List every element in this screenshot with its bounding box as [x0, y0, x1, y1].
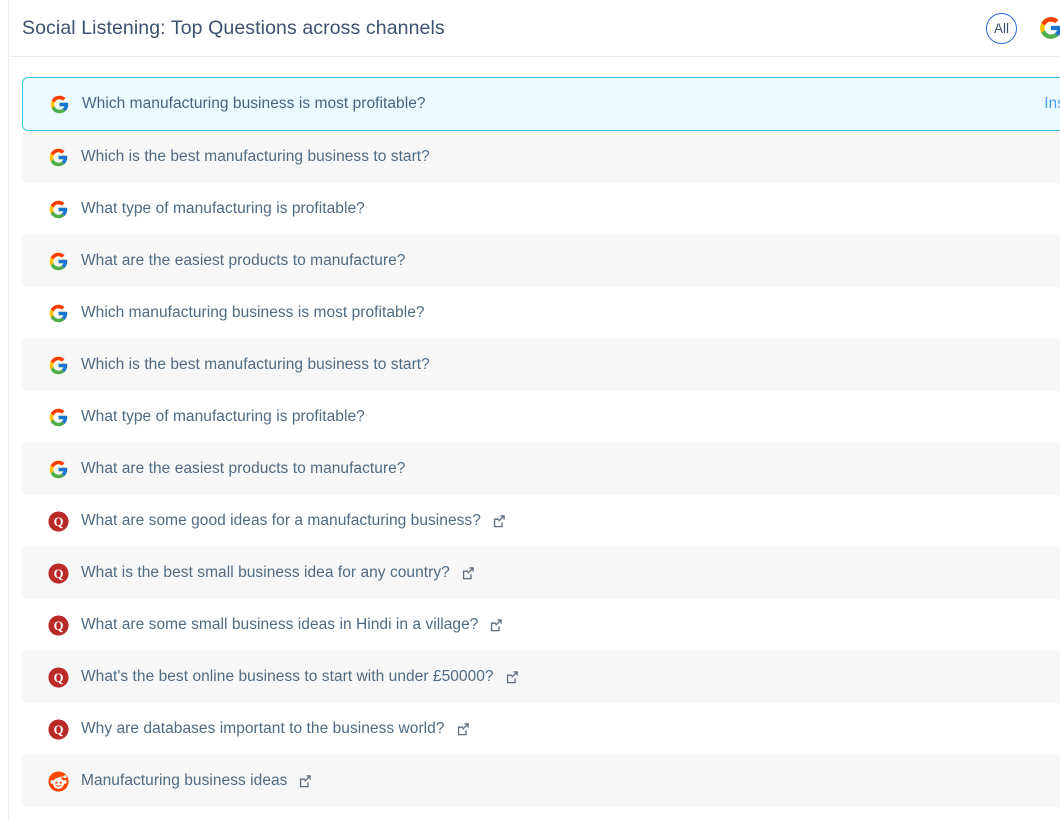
question-row[interactable]: Q What is the best small business idea fo…: [22, 547, 1060, 599]
quora-icon: Q: [48, 666, 69, 688]
quora-icon: Q: [48, 614, 69, 636]
question-row[interactable]: Which is the best manufacturing business…: [22, 131, 1060, 183]
google-icon: [49, 200, 68, 218]
filter-chip-all[interactable]: All: [986, 12, 1017, 44]
question-text: What are some small business ideas in Hi…: [81, 616, 479, 633]
svg-text:Q: Q: [54, 670, 64, 684]
question-text: What are the easiest products to manufac…: [81, 252, 406, 269]
svg-text:Q: Q: [54, 514, 64, 528]
google-icon: [50, 95, 69, 113]
external-link-icon[interactable]: [492, 514, 506, 528]
question-row[interactable]: What are the easiest products to manufac…: [22, 235, 1060, 287]
question-text: Which is the best manufacturing business…: [81, 148, 430, 165]
question-text: Why are databases important to the busin…: [81, 720, 445, 737]
external-link-icon[interactable]: [505, 670, 519, 684]
google-icon: [49, 304, 68, 322]
question-row[interactable]: What type of manufacturing is profitable…: [22, 391, 1060, 443]
question-row[interactable]: Q What are some small business ideas in H…: [22, 599, 1060, 651]
external-link-icon[interactable]: [298, 774, 312, 788]
question-text: Which manufacturing business is most pro…: [81, 304, 425, 321]
svg-text:Q: Q: [54, 722, 64, 736]
quora-icon: Q: [48, 562, 69, 584]
panel-header: Social Listening: Top Questions across c…: [10, 0, 1060, 57]
filter-chip-all-label: All: [993, 20, 1009, 36]
page-title: Social Listening: Top Questions across c…: [22, 16, 445, 39]
question-text: What's the best online business to start…: [81, 668, 494, 685]
svg-text:Q: Q: [54, 618, 64, 632]
question-text: What are the easiest products to manufac…: [81, 460, 406, 477]
external-link-icon[interactable]: [461, 566, 475, 580]
channel-filter-group: All: [986, 0, 1060, 57]
google-icon: [1039, 17, 1060, 39]
svg-text:Q: Q: [54, 566, 64, 580]
question-row[interactable]: What type of manufacturing is profitable…: [22, 183, 1060, 235]
question-row[interactable]: What are the easiest products to manufac…: [22, 443, 1060, 495]
question-text: What type of manufacturing is profitable…: [81, 200, 365, 217]
google-icon: [49, 460, 68, 478]
quora-icon: Q: [48, 510, 69, 532]
google-icon: [49, 356, 68, 374]
google-icon: [49, 252, 68, 270]
question-row[interactable]: Q What's the best online business to star…: [22, 651, 1060, 703]
question-text: Which manufacturing business is most pro…: [82, 95, 426, 112]
google-icon: [49, 148, 68, 166]
question-row[interactable]: Manufacturing business ideas: [22, 755, 1060, 807]
question-text: What is the best small business idea for…: [81, 564, 450, 581]
quora-icon: Q: [48, 718, 69, 740]
filter-chip-google[interactable]: [1035, 12, 1060, 44]
left-gutter: [0, 0, 9, 821]
question-text: What are some good ideas for a manufactu…: [81, 512, 481, 529]
question-row[interactable]: Q Why are databases important to the busi…: [22, 703, 1060, 755]
questions-list: Which manufacturing business is most pro…: [22, 77, 1060, 821]
question-row[interactable]: Which is the best manufacturing business…: [22, 339, 1060, 391]
external-link-icon[interactable]: [456, 722, 470, 736]
google-icon: [49, 408, 68, 426]
insert-action[interactable]: Insert: [1044, 95, 1060, 113]
question-text: What type of manufacturing is profitable…: [81, 408, 365, 425]
question-text: Which is the best manufacturing business…: [81, 356, 430, 373]
question-row[interactable]: Q What are some good ideas for a manufact…: [22, 495, 1060, 547]
reddit-icon: [48, 770, 69, 792]
question-row[interactable]: Which manufacturing business is most pro…: [22, 77, 1060, 131]
question-row[interactable]: Which manufacturing business is most pro…: [22, 287, 1060, 339]
external-link-icon[interactable]: [489, 618, 503, 632]
question-text: Manufacturing business ideas: [81, 772, 288, 789]
social-listening-panel: Social Listening: Top Questions across c…: [0, 0, 1060, 821]
